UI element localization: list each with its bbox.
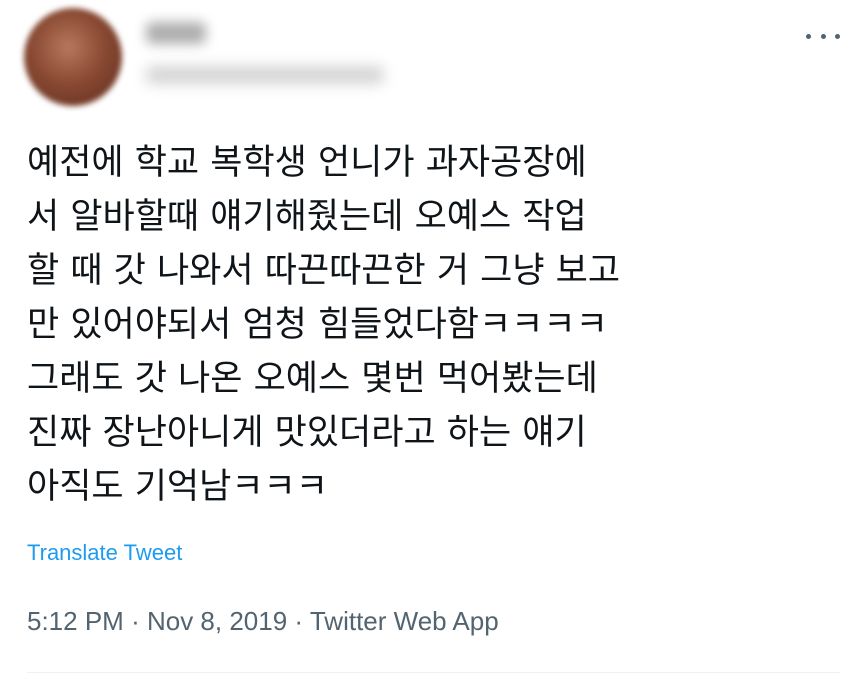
tweet-text-line: 아직도 기억남ㅋㅋㅋ [27,467,328,507]
more-horizontal-icon [806,33,811,39]
tweet-time[interactable]: 5:12 PM [27,606,124,636]
divider [27,672,840,673]
tweet-source[interactable]: Twitter Web App [310,606,499,636]
tweet-text-line: 예전에 학교 복학생 언니가 과자공장에 [27,143,587,183]
more-options-button[interactable] [806,24,840,48]
tweet-text-line: 진짜 장난아니게 맛있더라고 하는 얘기 [27,413,587,453]
avatar[interactable] [24,8,122,106]
more-horizontal-icon [835,33,840,39]
tweet-date[interactable]: Nov 8, 2019 [147,606,287,636]
tweet-text-line: 그래도 갓 나온 오예스 몇번 먹어봤는데 [27,359,598,399]
tweet-text-line: 할 때 갓 나와서 따끈따끈한 거 그냥 보고 [27,251,621,291]
display-name-blurred[interactable] [146,22,206,44]
meta-separator: · [294,606,304,636]
meta-separator: · [131,606,140,636]
username-blurred[interactable] [146,66,384,84]
tweet-text: 예전에 학교 복학생 언니가 과자공장에 서 알바할때 얘기해줬는데 오예스 작… [27,136,837,514]
tweet-text-line: 서 알바할때 얘기해줬는데 오예스 작업 [27,197,587,237]
translate-tweet-link[interactable]: Translate Tweet [27,540,182,566]
tweet-metadata: 5:12 PM · Nov 8, 2019 · Twitter Web App [27,606,499,637]
tweet-text-line: 만 있어야되서 엄청 힘들었다함ㅋㅋㅋㅋ [27,305,608,345]
more-horizontal-icon [820,33,826,39]
